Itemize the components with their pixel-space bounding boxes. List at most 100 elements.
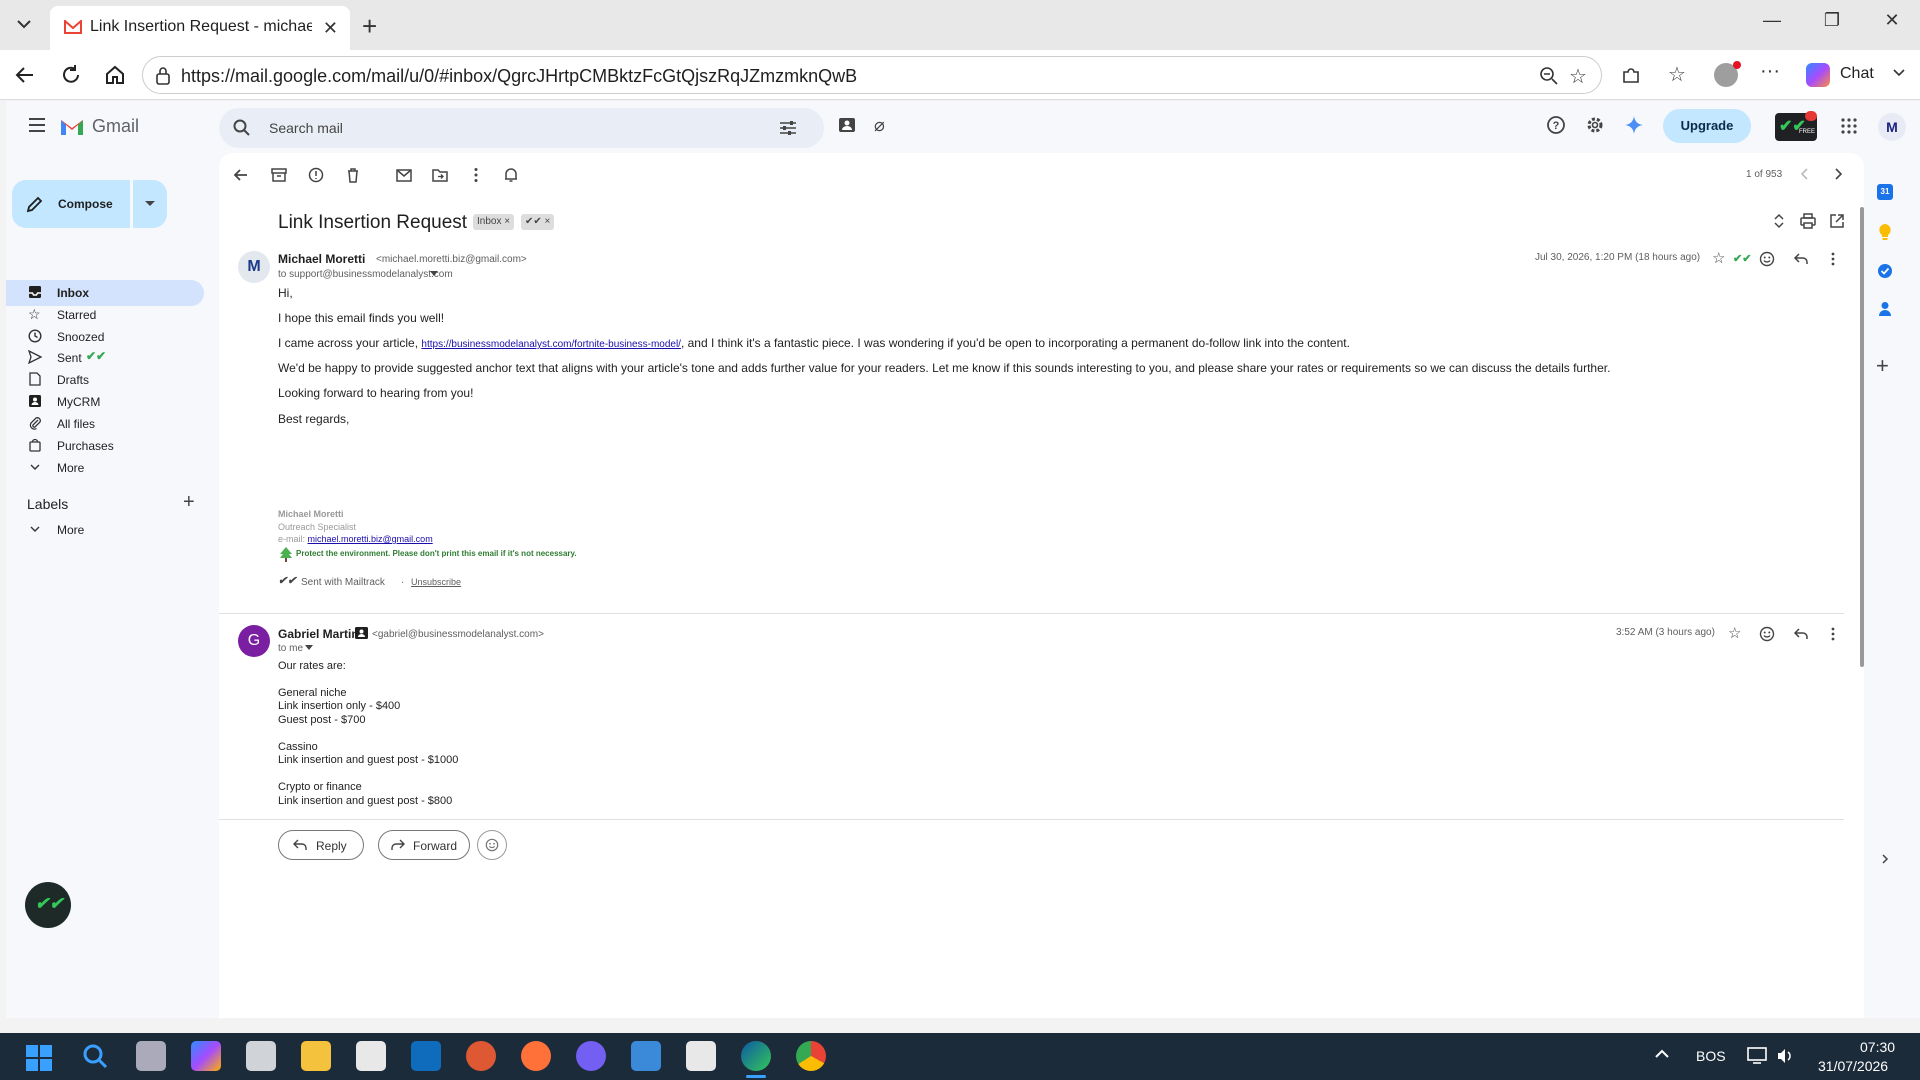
back-icon[interactable] [12,62,38,88]
search-options-icon[interactable] [779,120,797,136]
tasks-icon[interactable] [1877,263,1893,279]
message-more-icon[interactable] [1825,251,1841,267]
settings-gear-icon[interactable] [1585,115,1609,139]
unsubscribe-link[interactable]: Unsubscribe [411,577,461,587]
mailtrack-label-chip[interactable]: ✔✔ × [521,214,555,230]
recipient-line[interactable]: to support@businessmodelanalyst.com [278,269,453,280]
favorites-icon[interactable]: ☆ [1668,62,1686,87]
upgrade-button[interactable]: Upgrade [1663,109,1751,143]
recipient-line[interactable]: to me [278,643,303,654]
contacts-icon[interactable] [1878,301,1892,317]
report-spam-icon[interactable] [307,166,325,184]
tab-close-icon[interactable]: ✕ [323,18,338,39]
input-language[interactable]: BOS [1696,1048,1726,1064]
search-input[interactable]: Search mail [269,120,343,136]
zoom-icon[interactable] [1539,66,1559,86]
contact-card-icon[interactable] [838,117,856,133]
account-avatar[interactable]: M [1878,113,1906,141]
chat-chevron-icon[interactable] [1892,68,1906,78]
gemini-sparkle-icon[interactable] [1624,115,1648,139]
minimize-icon[interactable]: — [1752,10,1792,40]
inbox-label-chip[interactable]: Inbox × [473,214,515,230]
compose-button[interactable]: Compose [12,180,130,228]
add-addon-icon[interactable]: + [1876,353,1889,379]
calculator-icon[interactable] [246,1041,276,1071]
main-menu-icon[interactable] [28,118,46,132]
back-to-inbox-icon[interactable] [232,166,250,184]
reply-icon[interactable] [1793,251,1809,267]
home-icon[interactable] [102,62,128,88]
sidebar-item-more[interactable]: More [6,455,204,481]
network-icon[interactable] [1747,1047,1767,1065]
browser-tab-active[interactable]: Link Insertion Request - michael.m ✕ [50,6,350,50]
article-link[interactable]: https://businessmodelanalyst.com/fortnit… [421,339,681,350]
move-to-icon[interactable] [431,166,449,184]
delete-icon[interactable] [344,166,362,184]
clock-time[interactable]: 07:30 [1860,1039,1895,1055]
add-label-icon[interactable]: + [183,491,195,514]
extensions-icon[interactable] [1620,64,1642,86]
gmail-logo-icon[interactable] [59,116,85,136]
star-icon[interactable]: ☆ [1728,624,1741,642]
windows-start-icon[interactable] [26,1045,52,1071]
reply-button[interactable]: Reply [278,830,364,860]
address-bar[interactable]: https://mail.google.com/mail/u/0/#inbox/… [142,56,1602,94]
settings-more-icon[interactable]: ··· [1760,60,1780,83]
expand-all-icon[interactable] [1773,213,1785,229]
restore-icon[interactable]: ❐ [1812,10,1852,40]
reply-icon[interactable] [1793,626,1809,642]
site-info-icon[interactable] [155,67,171,85]
compose-dropdown-button[interactable] [133,180,167,228]
mailtrack-extension-icon[interactable]: ✔✔ FREE [1775,111,1817,141]
microsoft-store-icon[interactable] [356,1041,386,1071]
emoji-react-icon[interactable] [1759,626,1775,642]
collapse-panel-icon[interactable] [1880,853,1890,865]
mark-unread-icon[interactable] [395,166,413,184]
older-icon[interactable] [1832,167,1844,181]
search-icon[interactable] [80,1041,110,1071]
calendar-icon[interactable]: 31 [1877,184,1893,200]
emoji-react-button[interactable] [477,830,507,860]
clock-date[interactable]: 31/07/2026 [1818,1058,1888,1074]
bell-icon[interactable] [502,166,520,184]
signature-email-link[interactable]: michael.moretti.biz@gmail.com [308,534,433,544]
recipient-details-chevron-icon[interactable] [430,271,438,277]
outlook-icon[interactable] [411,1041,441,1071]
attachment-filter-icon[interactable]: ⌀ [874,115,885,136]
search-bar[interactable]: Search mail [219,108,824,148]
mailtrack-floating-button[interactable]: ✔✔ [25,882,71,928]
print-icon[interactable] [1799,213,1817,229]
emoji-react-icon[interactable] [1759,251,1775,267]
forward-button[interactable]: Forward [378,830,470,860]
duckduckgo-icon[interactable] [466,1041,496,1071]
content-scrollbar[interactable] [1860,207,1864,667]
star-icon[interactable]: ☆ [1712,249,1725,267]
volume-icon[interactable] [1776,1047,1794,1065]
search-icon[interactable] [233,119,251,137]
slack-icon[interactable] [686,1041,716,1071]
refresh-icon[interactable] [58,62,84,88]
firefox-icon[interactable] [521,1041,551,1071]
copilot-icon[interactable] [1806,63,1830,87]
edge-icon[interactable] [741,1041,771,1071]
google-apps-icon[interactable] [1841,118,1857,134]
keep-icon[interactable] [1878,223,1892,241]
notepad-icon[interactable] [631,1041,661,1071]
tab-list-chevron-icon[interactable] [14,14,34,34]
chat-label[interactable]: Chat [1840,65,1874,83]
favorite-star-icon[interactable]: ☆ [1569,64,1587,89]
help-icon[interactable]: ? [1546,115,1570,139]
tray-overflow-icon[interactable] [1654,1049,1670,1059]
new-tab-icon[interactable]: + [362,11,377,42]
more-actions-icon[interactable] [467,166,485,184]
newer-icon[interactable] [1799,167,1811,181]
contact-card-icon[interactable] [355,627,368,639]
chrome-icon[interactable] [796,1041,826,1071]
copilot-app-icon[interactable] [191,1041,221,1071]
file-explorer-icon[interactable] [301,1041,331,1071]
labels-more[interactable]: More [6,517,204,543]
recipient-details-chevron-icon[interactable] [305,645,313,651]
viber-icon[interactable] [576,1041,606,1071]
message-more-icon[interactable] [1825,626,1841,642]
open-new-window-icon[interactable] [1829,213,1845,229]
